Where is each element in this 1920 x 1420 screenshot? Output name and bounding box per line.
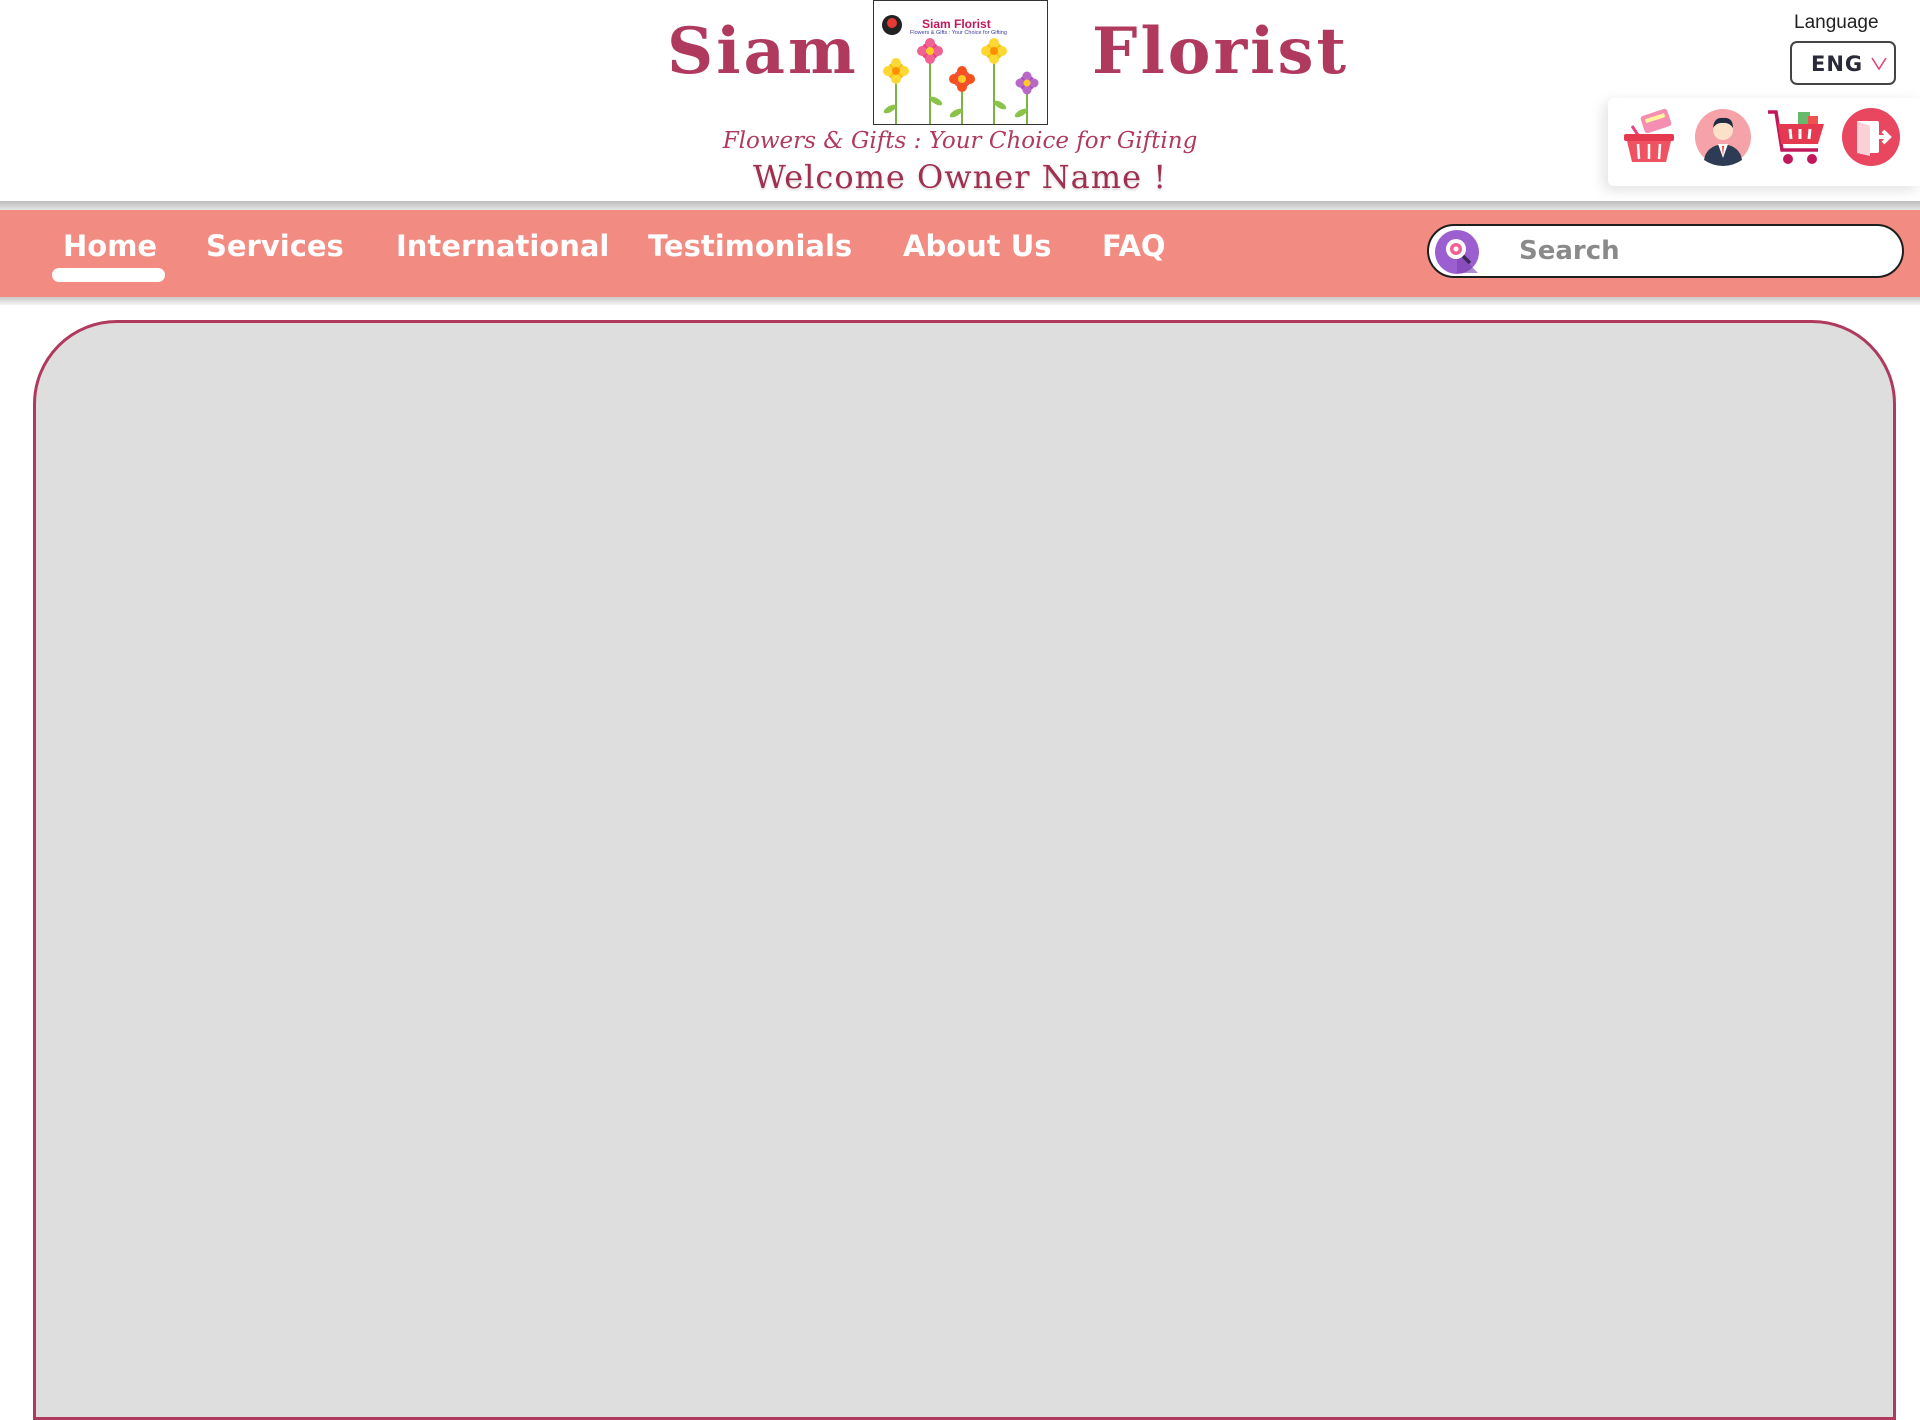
flower-purple <box>1015 71 1039 95</box>
nav-item-international[interactable]: International <box>396 229 609 263</box>
logo-subtitle: Flowers & Gifts : Your Choice for Giftin… <box>910 30 1007 36</box>
nav-active-indicator <box>52 268 165 282</box>
site-header: Siam Siam Florist Flowers & Gifts: Your… <box>0 0 1920 205</box>
nav-item-about-us[interactable]: About Us <box>903 229 1052 263</box>
nav-item-faq[interactable]: FAQ <box>1102 229 1166 263</box>
flower-red <box>949 66 975 92</box>
language-select[interactable]: ENG <box>1790 41 1896 85</box>
brand-name-right: Florist <box>1092 14 1350 89</box>
user-profile-icon[interactable] <box>1692 106 1754 168</box>
flower-yellow-left <box>883 58 909 84</box>
basket-icon[interactable] <box>1618 106 1680 168</box>
brand-name-left: Siam <box>667 14 859 89</box>
flower-pink <box>917 38 943 64</box>
chevron-down-icon <box>1871 57 1887 71</box>
nav-item-home[interactable]: Home <box>63 229 157 263</box>
logo[interactable]: Siam Florist Flowers & Gifts : Your Choi… <box>873 0 1048 125</box>
flower-yellow-right <box>981 38 1007 64</box>
search-input[interactable] <box>1519 234 1879 268</box>
language-label: Language <box>1794 12 1879 33</box>
nav-item-services[interactable]: Services <box>206 229 344 263</box>
search-icon[interactable] <box>1434 229 1480 275</box>
language-selected-value: ENG <box>1811 52 1864 76</box>
search-bar[interactable] <box>1427 224 1904 278</box>
nav-item-testimonials[interactable]: Testimonials <box>648 229 852 263</box>
main-content-panel <box>33 320 1896 1420</box>
logo-title: Siam Florist <box>922 17 991 31</box>
logout-icon[interactable] <box>1840 106 1902 168</box>
user-action-tray <box>1608 98 1920 186</box>
nav-divider-bottom <box>0 297 1920 305</box>
shopping-cart-icon[interactable] <box>1766 106 1828 168</box>
main-nav: Home Services International Testimonials… <box>0 210 1920 297</box>
